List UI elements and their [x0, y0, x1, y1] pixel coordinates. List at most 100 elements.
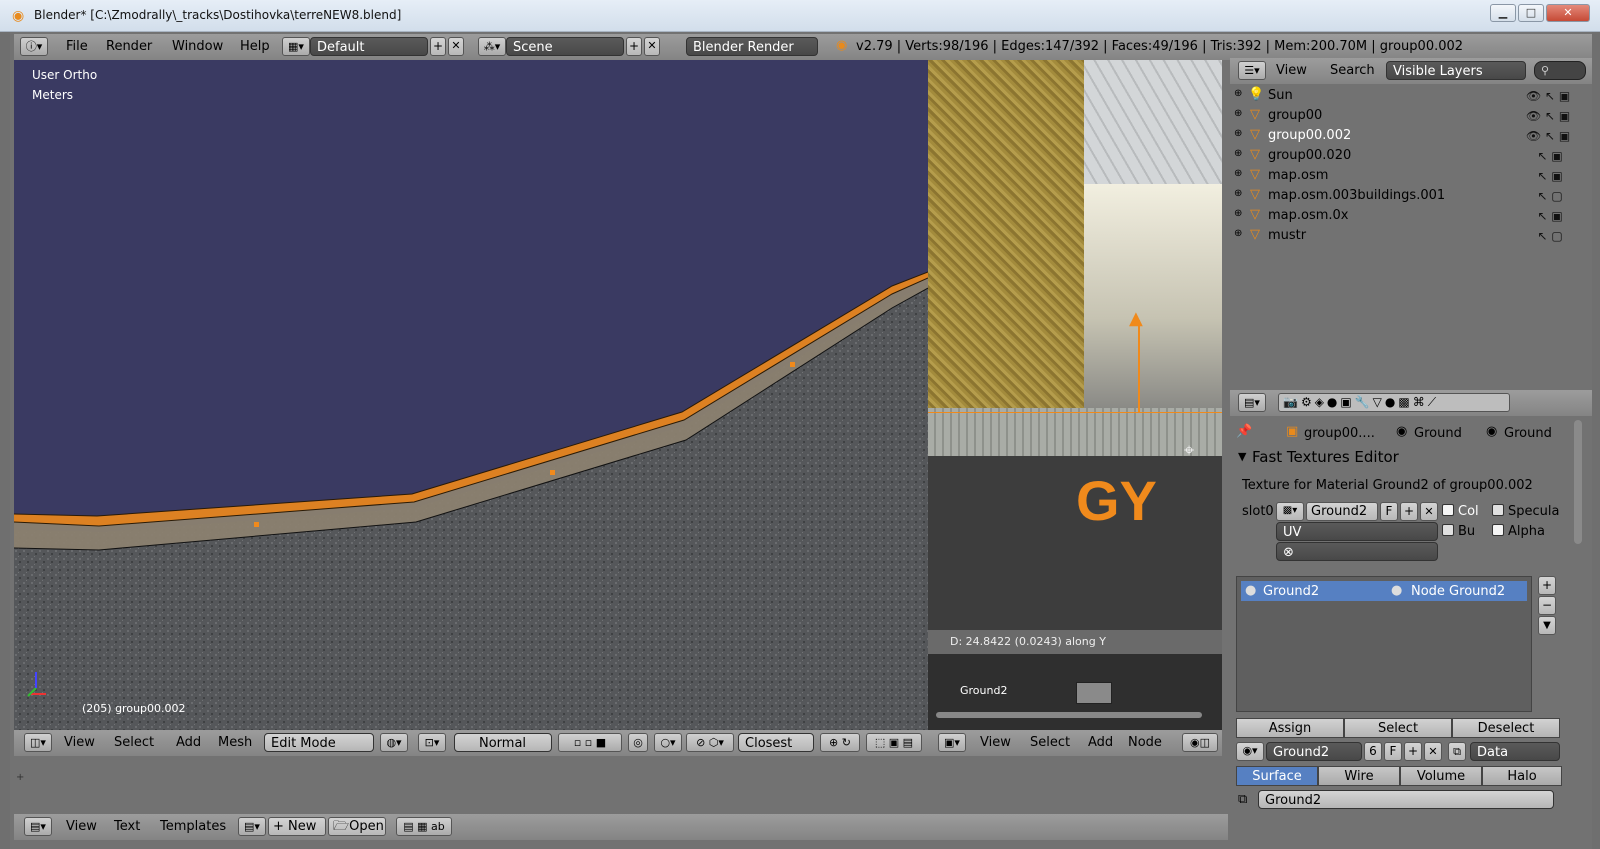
3d-viewport[interactable]: User Ortho Meters (205) group00.002: [14, 60, 928, 730]
snap-options-icons[interactable]: ⊕ ↻: [820, 733, 860, 752]
deselect-button[interactable]: Deselect: [1452, 718, 1560, 738]
tab-halo[interactable]: Halo: [1482, 766, 1562, 786]
alpha-checkbox[interactable]: [1492, 524, 1504, 536]
shading-icon[interactable]: ◍▾: [380, 733, 408, 752]
expand-icon[interactable]: ⊕: [1234, 148, 1242, 159]
minimize-button[interactable]: ▁: [1490, 4, 1516, 22]
snap-target-dropdown[interactable]: Closest: [738, 733, 814, 752]
add-layout-button[interactable]: +: [430, 37, 446, 56]
expand-icon[interactable]: ⊕: [1234, 228, 1242, 239]
expand-icon[interactable]: ⊕: [1234, 88, 1242, 99]
expand-icon[interactable]: ⊕: [1234, 208, 1242, 219]
bump-checkbox[interactable]: [1442, 524, 1454, 536]
material-slot-selected[interactable]: ● Ground2 ● Node Ground2: [1241, 581, 1527, 601]
unlink-material-button[interactable]: ✕: [1424, 742, 1442, 761]
node-menu-node[interactable]: Node: [1128, 735, 1162, 750]
editor-type-info-icon[interactable]: ⓘ▾: [20, 37, 48, 56]
add-slot-button[interactable]: +: [1538, 576, 1556, 595]
mapping-dropdown[interactable]: UV: [1276, 522, 1438, 541]
panel-title[interactable]: Fast Textures Editor: [1252, 448, 1399, 466]
texture-browse-icon[interactable]: ▩▾: [1276, 502, 1304, 521]
menu-file[interactable]: File: [66, 39, 88, 54]
expand-icon[interactable]: ⊕: [1234, 188, 1242, 199]
material-slot-list[interactable]: ● Ground2 ● Node Ground2: [1236, 576, 1532, 712]
open-text-button[interactable]: 🗁Open: [328, 817, 386, 836]
text-menu-text[interactable]: Text: [114, 819, 140, 834]
pin-icon[interactable]: 📌: [1236, 424, 1252, 439]
text-menu-view[interactable]: View: [66, 819, 97, 834]
outliner-item-name[interactable]: map.osm.0x: [1268, 208, 1349, 223]
editor-type-text-icon[interactable]: ▤▾: [24, 817, 52, 836]
menu-add[interactable]: Add: [176, 735, 201, 750]
node-menu-add[interactable]: Add: [1088, 735, 1113, 750]
pivot-icon[interactable]: ⊡▾: [418, 733, 446, 752]
uv-map-field[interactable]: ⊗: [1276, 542, 1438, 561]
expand-panel-icon[interactable]: +: [16, 772, 24, 783]
menu-help[interactable]: Help: [240, 39, 270, 54]
menu-view[interactable]: View: [64, 735, 95, 750]
remove-slot-button[interactable]: −: [1538, 596, 1556, 615]
select-mode-icons[interactable]: ▫ ▫ ■: [558, 733, 622, 752]
screen-layout-icon[interactable]: ▦▾: [282, 37, 310, 56]
orientation-dropdown[interactable]: Normal: [454, 733, 552, 752]
select-button[interactable]: Select: [1344, 718, 1452, 738]
node-menu-select[interactable]: Select: [1030, 735, 1070, 750]
limit-selection-icon[interactable]: ◎: [628, 733, 648, 752]
new-text-button[interactable]: + New: [268, 817, 326, 836]
horizontal-scrollbar[interactable]: [936, 712, 1202, 718]
proportional-edit-icon[interactable]: ○▾: [654, 733, 682, 752]
menu-window[interactable]: Window: [172, 39, 223, 54]
visibility-restriction-column[interactable]: 👁 ↖ ▣ 👁 ↖ ▣ 👁 ↖ ▣ ↖ ▣ ↖ ▣ ↖ ▢ ↖ ▣ ↖ ▢: [1526, 86, 1586, 246]
editor-type-outliner-icon[interactable]: ☰▾: [1238, 61, 1266, 80]
uv-image-editor[interactable]: ▲ ⌖: [928, 60, 1222, 456]
screen-layout-dropdown[interactable]: Default: [310, 37, 428, 56]
maximize-button[interactable]: □: [1518, 4, 1544, 22]
scene-dropdown[interactable]: Scene: [506, 37, 624, 56]
tab-surface[interactable]: Surface: [1236, 766, 1318, 786]
outliner-search-field[interactable]: ⚲: [1534, 61, 1586, 80]
slot-texture-name[interactable]: Ground2: [1306, 502, 1378, 521]
2d-cursor-icon[interactable]: ⌖: [1184, 440, 1194, 456]
outliner-menu-view[interactable]: View: [1276, 63, 1307, 78]
properties-scrollbar[interactable]: [1574, 420, 1582, 544]
add-scene-button[interactable]: +: [626, 37, 642, 56]
link-type-icon[interactable]: ⧉: [1448, 742, 1466, 761]
render-engine-dropdown[interactable]: Blender Render: [686, 37, 818, 56]
display-mode-dropdown[interactable]: Visible Layers: [1386, 61, 1526, 80]
material-name-field[interactable]: Ground2: [1266, 742, 1362, 761]
remove-layout-button[interactable]: ✕: [448, 37, 464, 56]
editor-type-properties-icon[interactable]: ▤▾: [1238, 393, 1266, 412]
expand-icon[interactable]: ⊕: [1234, 168, 1242, 179]
scene-icon[interactable]: ⁂▾: [478, 37, 506, 56]
outliner-menu-search[interactable]: Search: [1330, 63, 1375, 78]
col-checkbox[interactable]: [1442, 504, 1454, 516]
expand-icon[interactable]: ⊕: [1234, 128, 1242, 139]
specular-checkbox[interactable]: [1492, 504, 1504, 516]
assign-button[interactable]: Assign: [1236, 718, 1344, 738]
node-menu-view[interactable]: View: [980, 735, 1011, 750]
editor-type-node-icon[interactable]: ▣▾: [938, 733, 966, 752]
material-users-count[interactable]: 6: [1364, 742, 1382, 761]
expand-icon[interactable]: ⊕: [1234, 108, 1242, 119]
snap-toggle-icon[interactable]: ⊘ ⬡▾: [686, 733, 734, 752]
text-display-toggles[interactable]: ▤ ▦ ab: [396, 817, 452, 836]
fake-user-button[interactable]: F: [1380, 502, 1398, 521]
properties-context-tabs[interactable]: 📷⚙◈●▣🔧▽●▩⌘⟋: [1278, 393, 1510, 412]
outliner-item-name[interactable]: mustr: [1268, 228, 1306, 243]
new-material-button[interactable]: +: [1404, 742, 1422, 761]
outliner-item-name[interactable]: map.osm.003buildings.001: [1268, 188, 1445, 203]
node-editor[interactable]: Ground2: [928, 654, 1222, 730]
slot-specials-button[interactable]: ▼: [1538, 616, 1556, 635]
text-menu-templates[interactable]: Templates: [160, 819, 226, 834]
remove-scene-button[interactable]: ✕: [644, 37, 660, 56]
editor-type-3d-icon[interactable]: ◫▾: [24, 733, 52, 752]
node-tree-type-icons[interactable]: ◉◫: [1182, 733, 1218, 752]
outliner-item-name[interactable]: map.osm: [1268, 168, 1328, 183]
close-button[interactable]: ✕: [1546, 4, 1590, 22]
unlink-texture-button[interactable]: ✕: [1420, 502, 1438, 521]
outliner-item-name[interactable]: group00.002: [1268, 128, 1351, 143]
outliner-item-name[interactable]: Sun: [1268, 88, 1293, 103]
menu-select[interactable]: Select: [114, 735, 154, 750]
tab-volume[interactable]: Volume: [1400, 766, 1482, 786]
outliner-item-name[interactable]: group00: [1268, 108, 1322, 123]
